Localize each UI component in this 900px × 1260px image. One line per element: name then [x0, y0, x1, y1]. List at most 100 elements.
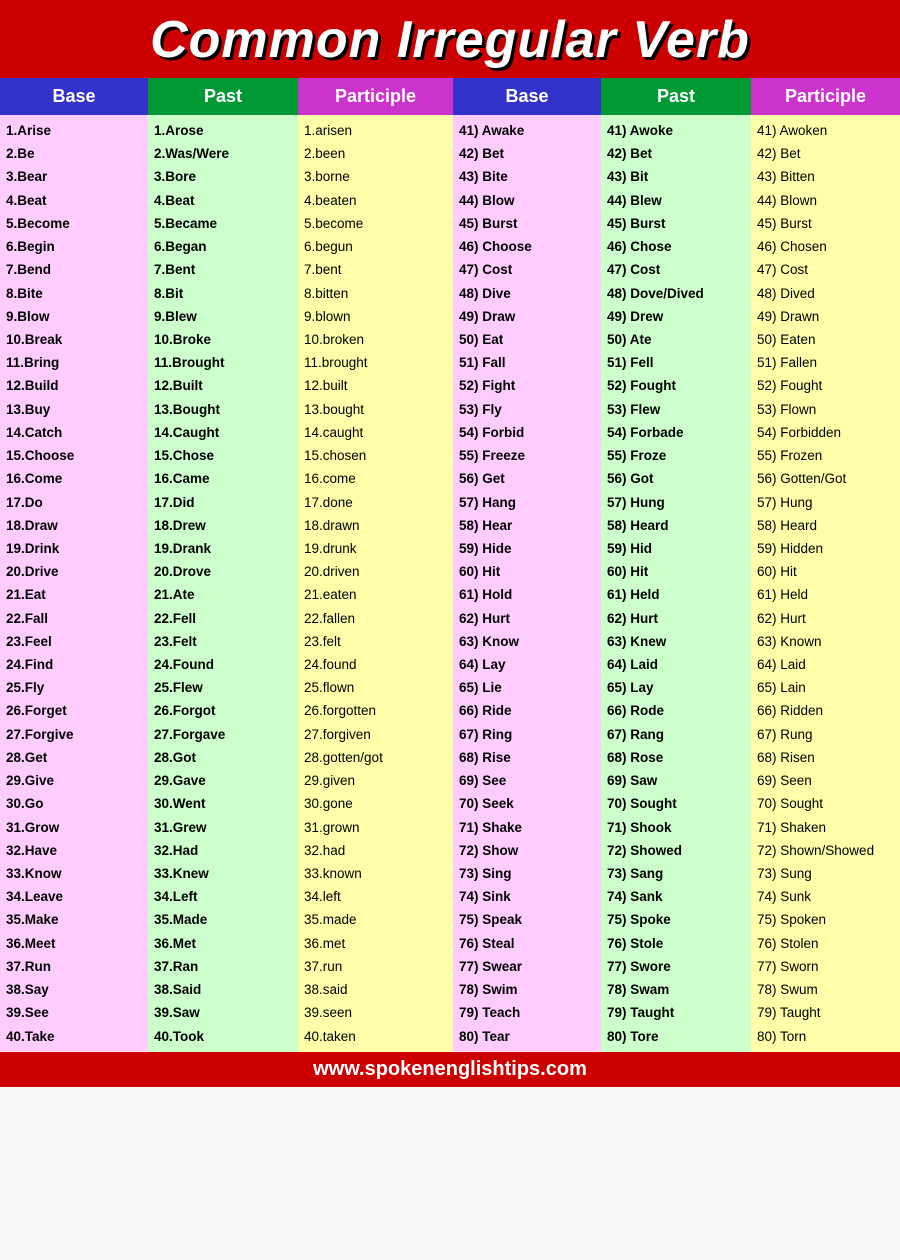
- list-item: 75) Spoke: [607, 908, 745, 931]
- list-item: 68) Rise: [459, 746, 595, 769]
- list-item: 74) Sink: [459, 885, 595, 908]
- list-item: 38.said: [304, 978, 447, 1001]
- list-item: 34.Left: [154, 885, 292, 908]
- list-item: 80) Torn: [757, 1025, 894, 1048]
- list-item: 52) Fought: [757, 374, 894, 397]
- list-item: 16.come: [304, 467, 447, 490]
- list-item: 19.Drink: [6, 537, 142, 560]
- list-item: 56) Get: [459, 467, 595, 490]
- list-item: 9.blown: [304, 305, 447, 328]
- list-item: 57) Hang: [459, 491, 595, 514]
- list-item: 40.Took: [154, 1025, 292, 1048]
- list-item: 31.grown: [304, 816, 447, 839]
- list-item: 38.Say: [6, 978, 142, 1001]
- list-item: 61) Held: [607, 583, 745, 606]
- list-item: 52) Fought: [607, 374, 745, 397]
- list-item: 26.Forget: [6, 699, 142, 722]
- list-item: 77) Swore: [607, 955, 745, 978]
- list-item: 33.Knew: [154, 862, 292, 885]
- list-item: 2.Was/Were: [154, 142, 292, 165]
- list-item: 45) Burst: [757, 212, 894, 235]
- list-item: 41) Awake: [459, 119, 595, 142]
- list-item: 76) Stolen: [757, 932, 894, 955]
- col-past-left: 1.Arose2.Was/Were3.Bore4.Beat5.Became6.B…: [148, 115, 298, 1052]
- list-item: 26.Forgot: [154, 699, 292, 722]
- list-item: 53) Fly: [459, 398, 595, 421]
- list-item: 58) Heard: [607, 514, 745, 537]
- list-item: 69) Seen: [757, 769, 894, 792]
- list-item: 21.Eat: [6, 583, 142, 606]
- list-item: 70) Sought: [607, 792, 745, 815]
- list-item: 70) Sought: [757, 792, 894, 815]
- list-item: 18.drawn: [304, 514, 447, 537]
- list-item: 24.Found: [154, 653, 292, 676]
- list-item: 12.built: [304, 374, 447, 397]
- list-item: 64) Lay: [459, 653, 595, 676]
- list-item: 54) Forbid: [459, 421, 595, 444]
- list-item: 54) Forbade: [607, 421, 745, 444]
- list-item: 6.Begin: [6, 235, 142, 258]
- list-item: 35.Made: [154, 908, 292, 931]
- list-item: 5.become: [304, 212, 447, 235]
- list-item: 30.gone: [304, 792, 447, 815]
- list-item: 23.felt: [304, 630, 447, 653]
- list-item: 8.Bite: [6, 282, 142, 305]
- list-item: 10.broken: [304, 328, 447, 351]
- list-item: 25.Flew: [154, 676, 292, 699]
- list-item: 46) Chosen: [757, 235, 894, 258]
- list-item: 36.Meet: [6, 932, 142, 955]
- list-item: 30.Go: [6, 792, 142, 815]
- list-item: 31.Grow: [6, 816, 142, 839]
- list-item: 16.Came: [154, 467, 292, 490]
- list-item: 37.run: [304, 955, 447, 978]
- list-item: 64) Laid: [757, 653, 894, 676]
- list-item: 13.bought: [304, 398, 447, 421]
- list-item: 58) Hear: [459, 514, 595, 537]
- list-item: 45) Burst: [607, 212, 745, 235]
- list-item: 44) Blown: [757, 189, 894, 212]
- list-item: 53) Flew: [607, 398, 745, 421]
- list-item: 53) Flown: [757, 398, 894, 421]
- list-item: 35.Make: [6, 908, 142, 931]
- list-item: 74) Sunk: [757, 885, 894, 908]
- list-item: 4.Beat: [6, 189, 142, 212]
- list-item: 13.Buy: [6, 398, 142, 421]
- list-item: 7.Bent: [154, 258, 292, 281]
- list-item: 75) Spoken: [757, 908, 894, 931]
- list-item: 42) Bet: [607, 142, 745, 165]
- list-item: 8.bitten: [304, 282, 447, 305]
- list-item: 46) Choose: [459, 235, 595, 258]
- list-item: 60) Hit: [757, 560, 894, 583]
- list-item: 66) Ridden: [757, 699, 894, 722]
- footer-text: www.spokenenglishtips.com: [313, 1058, 587, 1080]
- list-item: 73) Sing: [459, 862, 595, 885]
- list-item: 47) Cost: [607, 258, 745, 281]
- list-item: 61) Hold: [459, 583, 595, 606]
- list-item: 59) Hidden: [757, 537, 894, 560]
- list-item: 36.met: [304, 932, 447, 955]
- list-item: 21.Ate: [154, 583, 292, 606]
- list-item: 55) Froze: [607, 444, 745, 467]
- list-item: 46) Chose: [607, 235, 745, 258]
- list-item: 63) Known: [757, 630, 894, 653]
- list-item: 73) Sang: [607, 862, 745, 885]
- list-item: 68) Risen: [757, 746, 894, 769]
- list-item: 29.Gave: [154, 769, 292, 792]
- list-item: 70) Seek: [459, 792, 595, 815]
- list-item: 32.had: [304, 839, 447, 862]
- list-item: 80) Tear: [459, 1025, 595, 1048]
- list-item: 31.Grew: [154, 816, 292, 839]
- list-item: 33.Know: [6, 862, 142, 885]
- list-item: 15.Chose: [154, 444, 292, 467]
- list-item: 79) Teach: [459, 1001, 595, 1024]
- list-item: 59) Hid: [607, 537, 745, 560]
- list-item: 47) Cost: [757, 258, 894, 281]
- list-item: 8.Bit: [154, 282, 292, 305]
- list-item: 54) Forbidden: [757, 421, 894, 444]
- list-item: 78) Swam: [607, 978, 745, 1001]
- list-item: 48) Dived: [757, 282, 894, 305]
- list-item: 3.borne: [304, 165, 447, 188]
- list-item: 9.Blew: [154, 305, 292, 328]
- list-item: 2.Be: [6, 142, 142, 165]
- list-item: 63) Know: [459, 630, 595, 653]
